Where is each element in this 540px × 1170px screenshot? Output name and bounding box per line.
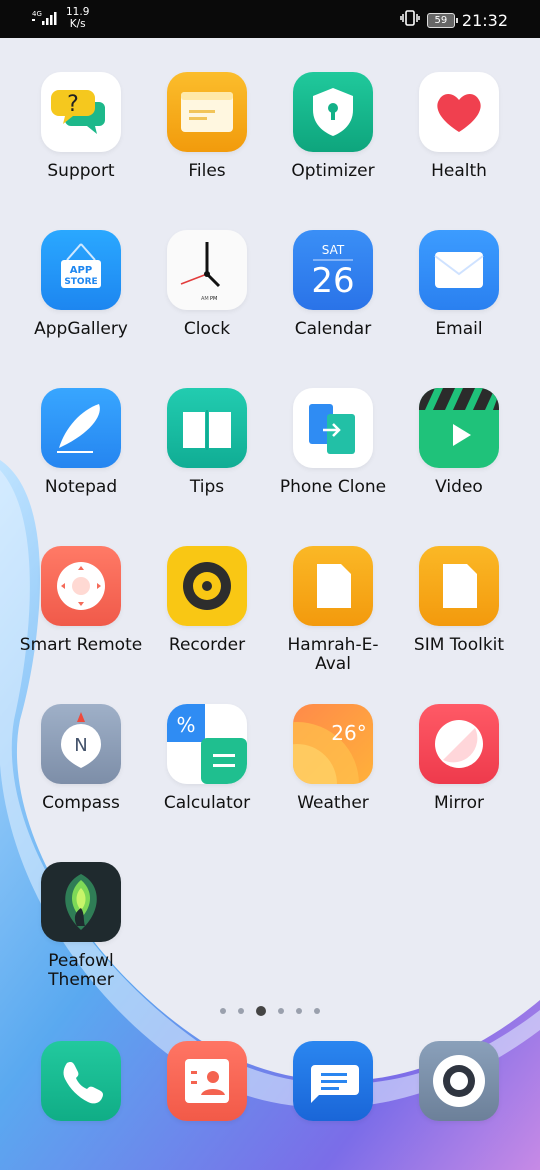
app-support[interactable]: ? Support [18,72,144,181]
contacts-icon [167,1041,247,1121]
app-peafowl-themer[interactable]: Peafowl Themer [18,862,144,990]
calendar-icon: SAT 26 [293,230,373,310]
files-icon [167,72,247,152]
app-compass[interactable]: N Compass [18,704,144,813]
network-speed: 11.9 K/s [66,6,90,30]
recorder-icon [167,546,247,626]
app-label: Mirror [433,793,485,813]
support-icon: ? [41,72,121,152]
app-phone-clone[interactable]: Phone Clone [270,388,396,497]
svg-text:?: ? [67,92,79,117]
hamrah-e-aval-icon [293,546,373,626]
peafowl-themer-icon [41,862,121,942]
svg-text:%: % [176,713,195,737]
svg-text:APP: APP [70,265,92,276]
appgallery-icon: APP STORE [41,230,121,310]
dock-camera[interactable] [396,1041,522,1121]
app-label: Peafowl Themer [48,951,114,990]
app-label: Optimizer [291,161,375,181]
app-sim-toolkit[interactable]: SIM Toolkit [396,546,522,655]
app-recorder[interactable]: Recorder [144,546,270,655]
app-mirror[interactable]: Mirror [396,704,522,813]
weather-icon: 26° [293,704,373,784]
phone-clone-icon [293,388,373,468]
app-label: Weather [297,793,369,813]
app-label: Video [435,477,483,497]
app-tips[interactable]: Tips [144,388,270,497]
app-email[interactable]: Email [396,230,522,339]
clock-time: 21:32 [461,10,508,30]
app-label: Calendar [294,319,372,339]
optimizer-icon [293,72,373,152]
app-label: SIM Toolkit [413,635,505,655]
mirror-icon [419,704,499,784]
status-bar: 4G 11.9 K/s 59 21:32 [0,0,540,38]
tips-icon [167,388,247,468]
app-label: Tips [189,477,225,497]
app-clock[interactable]: AM PM Clock [144,230,270,339]
smart-remote-icon [41,546,121,626]
app-optimizer[interactable]: Optimizer [270,72,396,181]
clock-icon: AM PM [167,230,247,310]
app-health[interactable]: Health [396,72,522,181]
health-icon [419,72,499,152]
page-dot[interactable] [296,1008,302,1014]
app-appgallery[interactable]: APP STORE AppGallery [18,230,144,339]
svg-text:SAT: SAT [322,243,345,257]
page-dot-active[interactable] [256,1006,266,1016]
app-video[interactable]: Video [396,388,522,497]
app-label: Clock [183,319,231,339]
app-label: Files [188,161,226,181]
app-label: AppGallery [34,319,128,339]
svg-text:26°: 26° [331,721,366,745]
messages-icon [293,1041,373,1121]
app-label: Calculator [163,793,251,813]
camera-icon [419,1041,499,1121]
page-dot[interactable] [238,1008,244,1014]
page-indicator [0,1006,540,1016]
svg-text:26: 26 [311,261,354,301]
video-icon [419,388,499,468]
app-smart-remote[interactable]: Smart Remote [18,546,144,655]
svg-text:N: N [74,735,87,756]
app-label: Email [435,319,483,339]
app-calculator[interactable]: % Calculator [144,704,270,813]
app-label: Recorder [168,635,246,655]
app-label: Hamrah-E-Aval [287,635,379,674]
page-dot[interactable] [314,1008,320,1014]
app-hamrah-e-aval[interactable]: Hamrah-E-Aval [270,546,396,674]
app-label: Support [47,161,115,181]
dock-contacts[interactable] [144,1041,270,1121]
calculator-icon: % [167,704,247,784]
phone-icon [41,1041,121,1121]
svg-text:PM: PM [210,296,217,302]
app-label: Smart Remote [19,635,143,655]
app-calendar[interactable]: SAT 26 Calendar [270,230,396,339]
app-label: Compass [42,793,120,813]
app-label: Phone Clone [279,477,387,497]
dock-phone[interactable] [18,1041,144,1121]
page-dot[interactable] [278,1008,284,1014]
app-label: Health [431,161,487,181]
page-dot[interactable] [220,1008,226,1014]
compass-icon: N [41,704,121,784]
email-icon [419,230,499,310]
app-notepad[interactable]: Notepad [18,388,144,497]
sim-toolkit-icon [419,546,499,626]
svg-text:STORE: STORE [64,277,97,287]
app-weather[interactable]: 26° Weather [270,704,396,813]
svg-text:AM: AM [201,296,209,302]
vibrate-icon [400,9,420,31]
app-files[interactable]: Files [144,72,270,181]
app-label: Notepad [44,477,118,497]
battery-icon: 59 [426,12,458,28]
signal-icon: 4G [32,9,60,31]
dock-messages[interactable] [270,1041,396,1121]
svg-text:4G: 4G [32,10,42,18]
notepad-icon [41,388,121,468]
